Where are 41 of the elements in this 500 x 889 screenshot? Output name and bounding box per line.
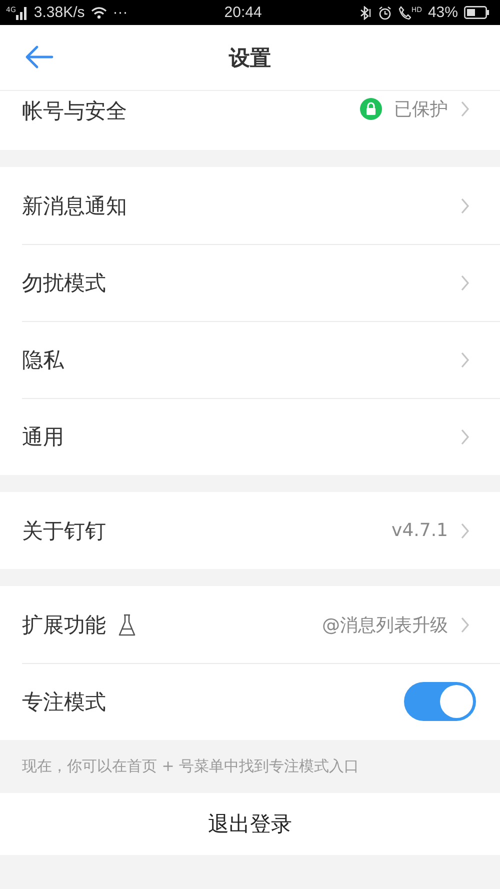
settings-row[interactable]: 隐私 [0, 321, 500, 398]
row-label: 隐私 [22, 346, 64, 374]
chevron-icon [460, 428, 470, 446]
row-label: 关于钉钉 [22, 518, 106, 544]
chevron-icon [460, 100, 470, 118]
row-value: @消息列表升级 [322, 614, 448, 636]
hint-text: 现在，你可以在首页 + 号菜单中找到专注模式入口 [21, 756, 360, 777]
phone-icon [398, 6, 412, 20]
row-value: v4.7.1 [392, 520, 448, 541]
clock: 20:44 [224, 4, 262, 21]
more-indicator: ··· [112, 4, 128, 21]
chevron-icon [460, 274, 470, 292]
settings-row[interactable]: 通用 [0, 398, 500, 475]
bluetooth-icon [358, 6, 372, 20]
chevron-icon [460, 350, 470, 368]
page-title: 设置 [229, 44, 271, 72]
row-label: 扩展功能 [22, 612, 106, 638]
row-label: 帐号与安全 [22, 98, 127, 125]
network-speed: 3.38K/s [34, 4, 85, 21]
settings-row[interactable]: 勿扰模式 [0, 244, 500, 321]
chevron-icon [460, 522, 470, 540]
chevron-icon [460, 616, 470, 634]
back-icon[interactable] [24, 45, 54, 69]
signal-icon [16, 6, 28, 20]
settings-row[interactable]: 帐号与安全 已保护 [0, 91, 500, 150]
row-label: 勿扰模式 [22, 270, 106, 296]
wifi-icon [90, 6, 107, 19]
alarm-icon [378, 6, 392, 20]
chevron-icon [460, 196, 470, 214]
row-label: 新消息通知 [22, 192, 127, 220]
row-label: 专注模式 [22, 688, 106, 716]
settings-row[interactable]: 扩展功能 @消息列表升级 [0, 586, 500, 663]
row-label: 通用 [22, 424, 64, 450]
settings-row[interactable]: 新消息通知 [0, 167, 500, 244]
battery-percent: 43% [428, 4, 458, 21]
battery-icon [464, 6, 490, 19]
settings-row[interactable]: 关于钉钉 v4.7.1 [0, 492, 500, 569]
toggle-switch[interactable] [404, 682, 476, 721]
logout-button[interactable]: 退出登录 [0, 793, 500, 855]
settings-row[interactable]: 专注模式 [0, 663, 500, 740]
row-value: 已保护 [394, 98, 448, 121]
